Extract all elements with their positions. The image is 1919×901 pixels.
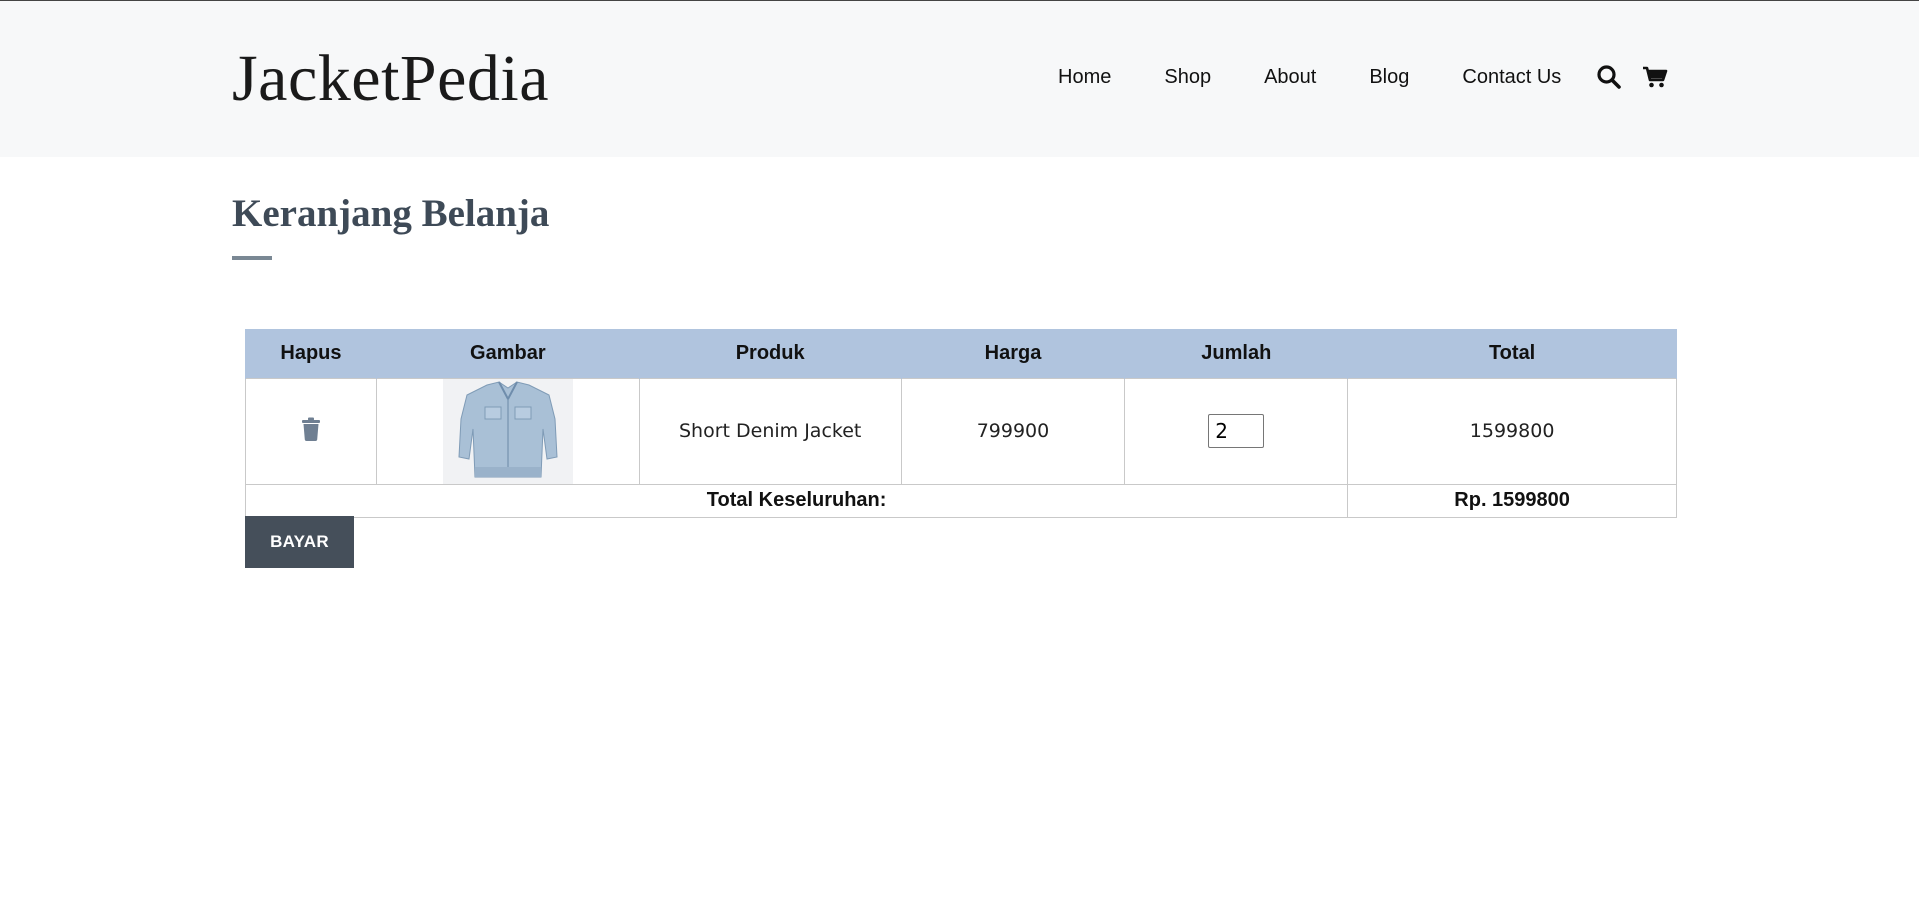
column-header-produk: Produk (638, 329, 902, 378)
product-name: Short Denim Jacket (638, 377, 902, 485)
search-icon[interactable] (1596, 64, 1622, 90)
table-row: Short Denim Jacket 799900 1599800 (245, 377, 1677, 485)
delete-cell (245, 377, 377, 485)
table-header-row: Hapus Gambar Produk Harga Jumlah Total (245, 329, 1677, 378)
cart-icon[interactable] (1642, 64, 1668, 90)
nav-home[interactable]: Home (1058, 65, 1111, 89)
product-image (442, 378, 573, 484)
page-title: Keranjang Belanja (232, 192, 550, 235)
site-header: JacketPedia Home Shop About Blog Contact… (0, 1, 1919, 157)
column-header-jumlah: Jumlah (1124, 329, 1349, 378)
grand-total-row: Total Keseluruhan: Rp. 1599800 (244, 483, 1677, 518)
quantity-cell (1124, 377, 1349, 485)
nav-contact[interactable]: Contact Us (1462, 65, 1561, 89)
row-total: 1599800 (1347, 377, 1677, 485)
nav-about[interactable]: About (1264, 65, 1316, 89)
column-header-gambar: Gambar (375, 329, 640, 378)
cart-table: Hapus Gambar Produk Harga Jumlah Total S… (244, 329, 1677, 518)
grand-total-label: Total Keseluruhan: (244, 483, 1349, 518)
title-underline (232, 256, 272, 260)
site-logo[interactable]: JacketPedia (232, 41, 549, 117)
column-header-harga: Harga (900, 329, 1126, 378)
pay-button[interactable]: BAYAR (245, 516, 354, 568)
nav-shop[interactable]: Shop (1164, 65, 1211, 89)
trash-icon[interactable] (301, 417, 321, 441)
column-header-total: Total (1347, 329, 1677, 378)
quantity-input[interactable] (1208, 414, 1265, 448)
column-header-hapus: Hapus (245, 329, 377, 378)
nav-blog[interactable]: Blog (1369, 65, 1409, 89)
image-cell (375, 377, 640, 485)
product-price: 799900 (900, 377, 1126, 485)
grand-total-value: Rp. 1599800 (1347, 483, 1677, 518)
main-nav: Home Shop About Blog Contact Us (1058, 64, 1688, 90)
